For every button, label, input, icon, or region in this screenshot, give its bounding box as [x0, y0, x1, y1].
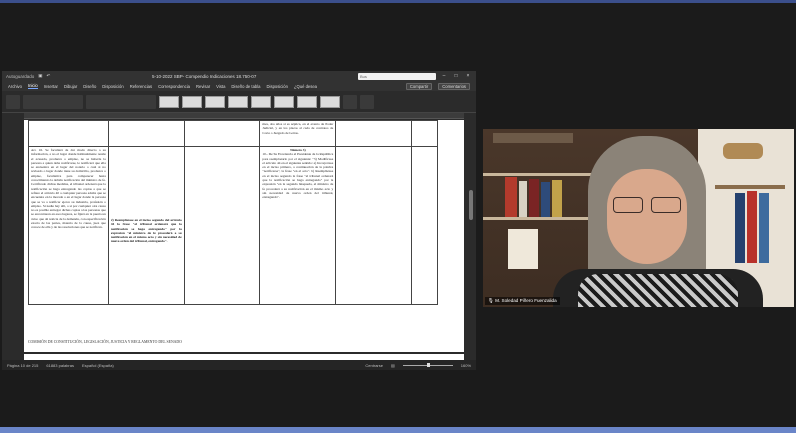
zoom-knob[interactable]	[426, 363, 430, 367]
table-cell	[335, 146, 413, 305]
page-count[interactable]: Página 10 de 215	[7, 363, 38, 368]
maximize-icon[interactable]: □	[452, 73, 460, 80]
ribbon-tabs: Archivo Inicio Insertar Dibujar Diseño D…	[2, 81, 476, 91]
share-button[interactable]: Compartir	[405, 82, 433, 90]
font-group[interactable]	[23, 94, 83, 109]
participant-name-tag: 🎙 M. Soledad Piñero Fuenzalida	[485, 297, 560, 305]
tab-revisar[interactable]: Revisar	[196, 84, 210, 89]
word-titlebar: Autoguardado ▣ ↶ 5-10-2022 SBP- Compendi…	[2, 71, 476, 81]
style-chip[interactable]	[205, 95, 225, 108]
book	[759, 193, 769, 263]
shared-screen: Autoguardado ▣ ↶ 5-10-2022 SBP- Compendi…	[2, 71, 476, 370]
undo-icon[interactable]: ↶	[47, 73, 51, 79]
shirt-pattern	[578, 274, 738, 307]
participant-name: M. Soledad Piñero Fuenzalida	[495, 298, 557, 303]
tab-vista[interactable]: Vista	[216, 84, 225, 89]
table-cell	[411, 120, 438, 147]
footer-note: COMISIÓN DE CONSTITUCIÓN, LEGISLACIÓN, J…	[28, 340, 182, 344]
person-face	[607, 169, 687, 264]
document-area: mes, dos años si es séptica, en el event…	[2, 120, 476, 360]
save-icon[interactable]: ▣	[38, 73, 42, 79]
layout-icon[interactable]: ▤	[391, 363, 395, 368]
glasses-lens	[613, 197, 643, 213]
book	[541, 182, 550, 217]
cell-text: mes, dos años si es séptica, en el event…	[262, 122, 334, 135]
book	[493, 133, 573, 143]
document-page[interactable]: mes, dos años si es séptica, en el event…	[24, 120, 464, 352]
table-cell	[335, 120, 413, 147]
tab-inicio[interactable]: Inicio	[27, 83, 38, 89]
status-bar: Página 10 de 215 61883 palabras Español …	[2, 360, 476, 370]
style-chip[interactable]	[182, 95, 202, 108]
tab-insertar[interactable]: Insertar	[44, 84, 58, 89]
style-chip[interactable]	[251, 95, 271, 108]
comparison-table: mes, dos años si es séptica, en el event…	[28, 120, 438, 305]
tab-diseno-tabla[interactable]: Diseño de tabla	[231, 84, 260, 89]
table-cell: 2) Reemplázase en el inciso segundo del …	[107, 146, 185, 305]
zoom-level[interactable]: 160%	[461, 363, 471, 368]
photo-frame	[508, 229, 538, 269]
zoom-slider[interactable]	[402, 363, 453, 367]
book	[529, 179, 539, 217]
tab-dibujar[interactable]: Dibujar	[64, 84, 77, 89]
style-chip[interactable]	[274, 95, 294, 108]
book	[505, 177, 517, 217]
paragraph-group[interactable]	[86, 94, 156, 109]
word-count[interactable]: 61883 palabras	[46, 363, 74, 368]
table-cell: Art. 16. Se facultará de dar modo direct…	[28, 146, 109, 305]
table-cell	[183, 146, 261, 305]
tab-referencias[interactable]: Referencias	[130, 84, 152, 89]
tab-archivo[interactable]: Archivo	[8, 84, 22, 89]
tab-que-desea[interactable]: ¿Qué desea	[294, 84, 317, 89]
tab-diseno[interactable]: Diseño	[83, 84, 96, 89]
horizontal-ruler[interactable]	[24, 113, 464, 119]
book	[747, 191, 757, 263]
cell-text: 2) Reemplázase en el inciso segundo del …	[110, 218, 182, 244]
shelf	[715, 185, 785, 189]
autosave-label[interactable]: Autoguardado	[6, 74, 34, 79]
tab-disposicion-tabla[interactable]: Disposición	[267, 84, 288, 89]
table-cell: mes, dos años si es séptica, en el event…	[259, 120, 337, 147]
participant-video[interactable]: 🎙 M. Soledad Piñero Fuenzalida	[483, 129, 794, 307]
glasses	[611, 197, 683, 215]
table-cell: Número 3) 10.- De Su Excelencia el Presi…	[259, 146, 337, 305]
meeting-bottom-bar	[0, 427, 796, 433]
table-cell	[28, 120, 109, 147]
book	[552, 180, 562, 217]
glasses-lens	[651, 197, 681, 213]
comments-button[interactable]: Comentarios	[438, 82, 470, 90]
book	[735, 193, 745, 263]
table-row: Art. 16. Se facultará de dar modo direct…	[28, 146, 438, 305]
table-row: mes, dos años si es séptica, en el event…	[28, 120, 438, 147]
table-cell	[183, 120, 261, 147]
tab-disposicion[interactable]: Disposición	[102, 84, 123, 89]
paste-button[interactable]	[6, 94, 20, 109]
table-cell	[107, 120, 185, 147]
style-chip[interactable]	[320, 95, 340, 108]
mic-muted-icon: 🎙	[488, 298, 494, 303]
style-chip[interactable]	[228, 95, 248, 108]
style-chip[interactable]	[297, 95, 317, 108]
cell-text: Art. 16. Se facultará de dar modo direct…	[31, 148, 106, 230]
styles-pane-button[interactable]	[343, 94, 357, 109]
scroll-thumb[interactable]	[469, 190, 473, 220]
tab-correspondencia[interactable]: Correspondencia	[158, 84, 190, 89]
focus-button[interactable]: Centrarse	[365, 363, 383, 368]
close-icon[interactable]: ×	[464, 73, 472, 80]
search-input[interactable]: Bus	[358, 72, 436, 80]
book	[519, 181, 527, 217]
dictate-button[interactable]	[360, 94, 374, 109]
style-chip[interactable]	[159, 95, 179, 108]
vertical-scrollbar[interactable]	[468, 120, 474, 360]
meeting-top-bar	[0, 0, 796, 3]
minimize-icon[interactable]: –	[440, 73, 448, 80]
ribbon-toolbar	[2, 91, 476, 113]
table-cell	[411, 146, 438, 305]
document-title: 5-10-2022 SBP- Compendio Indicaciones 18…	[152, 73, 257, 79]
language-indicator[interactable]: Español (España)	[82, 363, 114, 368]
basket	[723, 143, 763, 159]
cell-text: 10.- De Su Excelencia el Presidente de l…	[262, 152, 334, 200]
